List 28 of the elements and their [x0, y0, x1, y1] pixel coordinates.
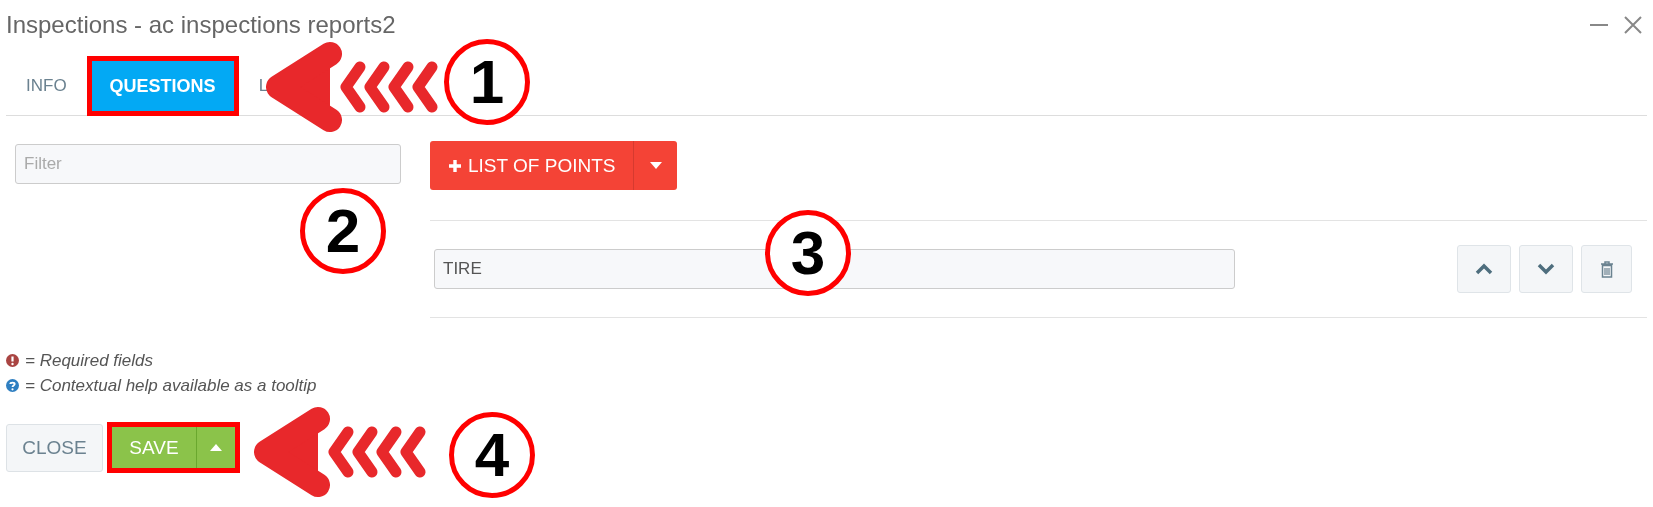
close-icon[interactable]	[1623, 15, 1643, 35]
move-down-button[interactable]	[1519, 245, 1573, 293]
callout-number: 1	[444, 39, 530, 125]
close-button[interactable]: CLOSE	[6, 423, 103, 472]
tab[interactable]: L	[258, 55, 269, 116]
legend-text: = Contextual help available as a tooltip	[25, 375, 317, 396]
dropdown-button[interactable]	[196, 427, 235, 468]
move-up-button[interactable]	[1457, 245, 1511, 293]
question-icon	[6, 379, 19, 392]
window-title: Inspections - ac inspections reports2	[6, 11, 396, 39]
callout-number: 2	[300, 188, 386, 274]
chevron-down-icon	[1537, 263, 1555, 275]
save-button[interactable]: SAVE	[112, 427, 196, 468]
caret-up-icon	[210, 444, 222, 451]
chevron-up-icon	[1475, 263, 1493, 275]
callout-number: 3	[765, 210, 851, 296]
add-list-button[interactable]: LIST OF POINTS	[430, 141, 634, 190]
filter-field[interactable]: Filter	[15, 144, 401, 184]
exclamation-icon	[6, 354, 19, 367]
plus-icon	[448, 158, 462, 173]
tab[interactable]: INFO	[26, 55, 67, 116]
dropdown-button[interactable]	[633, 141, 678, 190]
tab[interactable]: QUESTIONS	[86, 55, 239, 116]
caret-down-icon	[649, 162, 662, 169]
legend-text: = Required fields	[25, 350, 154, 371]
trash-icon	[1599, 260, 1614, 278]
delete-button[interactable]	[1581, 245, 1632, 293]
callout-number: 4	[449, 412, 535, 498]
